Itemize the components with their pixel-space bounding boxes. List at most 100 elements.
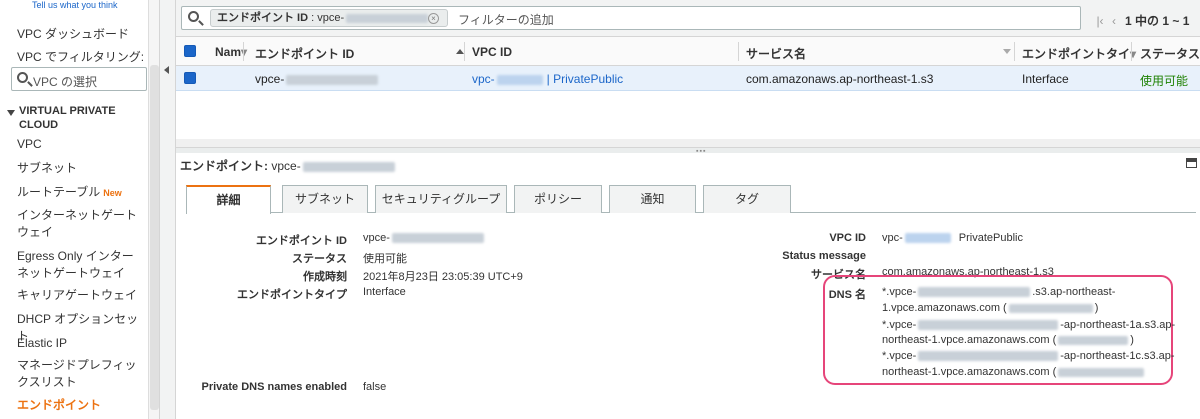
caret-down-icon (7, 110, 15, 116)
cell-service-name: com.amazonaws.ap-northeast-1.s3 (746, 72, 934, 86)
panel-resize-handle[interactable]: ▪▪▪ (176, 147, 1200, 155)
endpoint-id-text: vpce- (255, 72, 285, 86)
vpc-name-text: PrivatePublic (958, 232, 1023, 244)
table-body-empty (176, 91, 1200, 139)
dns-text: ) (1130, 334, 1134, 346)
col-vpc-id[interactable]: VPC ID (472, 45, 512, 59)
vpc-select-placeholder: VPC の選択 (33, 75, 98, 89)
tab-subnets[interactable]: サブネット (282, 185, 368, 213)
section-virtual-private-cloud[interactable]: VIRTUAL PRIVATE CLOUD (7, 104, 147, 132)
private-dns-value: false (363, 381, 387, 393)
sidebar-item-subnets[interactable]: サブネット (17, 160, 145, 177)
detail-tabs: 詳細 サブネット セキュリティグループ ポリシー 通知 タグ (186, 185, 1196, 214)
redacted-id (286, 74, 379, 85)
vpc-id-label: VPC ID (829, 232, 866, 244)
dns-name-label: DNS 名 (828, 289, 866, 301)
cell-vpc-id[interactable]: vpc- | PrivatePublic (472, 72, 623, 86)
vpc-id-value[interactable]: vpc- PrivatePublic (882, 232, 1023, 244)
endpoint-type-value: Interface (363, 286, 406, 298)
col-service-name[interactable]: サービス名 (746, 45, 806, 62)
table-horizontal-scrollbar[interactable] (176, 139, 1200, 147)
sidebar-item-route-tables[interactable]: ルートテーブル New (17, 184, 145, 202)
sidebar-scrollbar[interactable] (148, 0, 159, 419)
vpc-name-text: | PrivatePublic (546, 72, 624, 86)
sidebar-item-endpoints[interactable]: エンドポイント (17, 397, 145, 414)
sidebar-item-label: ルートテーブル (17, 185, 101, 199)
dns-text: -ap-northeast-1c.s3.ap- (1060, 350, 1175, 362)
col-header-label: Nam (215, 45, 242, 59)
tab-details[interactable]: 詳細 (186, 185, 271, 214)
new-badge: New (103, 188, 122, 198)
add-filter-placeholder: フィルターの追加 (458, 13, 554, 27)
dns-line: northeast-1.vpce.amazonaws.com ( (882, 366, 1146, 378)
sidebar-item-internet-gateways[interactable]: インターネットゲートウェイ (17, 207, 145, 241)
scrollbar-thumb[interactable] (150, 65, 159, 410)
cell-endpoint-type: Interface (1022, 72, 1069, 86)
sidebar-item-dashboard[interactable]: VPC ダッシュボード (17, 26, 145, 43)
sidebar-item-elastic-ip[interactable]: Elastic IP (17, 335, 145, 352)
cell-endpoint-id: vpce- (255, 72, 379, 86)
filter-search-input[interactable]: エンドポイント ID : vpce- × フィルターの追加 (181, 6, 1081, 30)
col-endpoint-type[interactable]: エンドポイントタイ▾ (1022, 45, 1136, 62)
sidebar-item-vpc[interactable]: VPC (17, 136, 145, 153)
redacted-id (918, 320, 1059, 331)
dns-line: northeast-1.vpce.amazonaws.com () (882, 334, 1134, 346)
redacted-id (918, 351, 1059, 362)
column-divider[interactable] (243, 42, 244, 61)
column-divider[interactable] (1014, 42, 1015, 61)
sort-icon[interactable] (1003, 49, 1011, 54)
tab-policy[interactable]: ポリシー (514, 185, 602, 213)
col-header-label: VPC ID (472, 45, 513, 59)
maximize-icon[interactable] (1186, 158, 1197, 168)
created-time-value: 2021年8月23日 23:05:39 UTC+9 (363, 271, 523, 283)
filter-token-value: vpce- (317, 12, 345, 24)
sort-asc-icon[interactable] (456, 49, 464, 54)
col-header-label: サービス名 (746, 47, 807, 61)
column-divider[interactable] (738, 42, 739, 61)
status-value: 使用可能 (363, 253, 407, 265)
table-header: Nam▾ エンドポイント ID VPC ID サービス名 エンドポイントタイ▾ … (176, 37, 1200, 66)
first-page-icon[interactable]: |‹ (1093, 14, 1107, 28)
vpc-id-text: vpc- (882, 232, 903, 244)
row-checkbox[interactable] (184, 72, 196, 84)
status-message-label: Status message (782, 250, 866, 262)
redacted-id (1058, 367, 1145, 377)
search-icon (188, 11, 199, 22)
search-icon (17, 72, 28, 83)
column-divider[interactable] (464, 42, 465, 61)
select-all-checkbox[interactable] (184, 45, 196, 57)
sidebar-item-managed-prefix-lists[interactable]: マネージドプレフィックスリスト (17, 357, 145, 391)
feedback-link[interactable]: Tell us what you think (32, 0, 118, 10)
sidebar-collapse-toggle[interactable] (160, 0, 176, 419)
col-status[interactable]: ステータス (1140, 45, 1200, 62)
table-row[interactable]: vpce- vpc- | PrivatePublic com.amazonaws.… (176, 66, 1200, 91)
created-time-label: 作成時刻 (303, 271, 347, 283)
dns-text: -ap-northeast-1a.s3.ap- (1060, 319, 1176, 331)
dns-line: *.vpce- -ap-northeast-1a.s3.ap- (882, 319, 1175, 331)
sidebar-item-carrier-gateways[interactable]: キャリアゲートウェイ (17, 287, 145, 304)
filter-toolbar: エンドポイント ID : vpce- × フィルターの追加 |‹ ‹ 1 中の 1 … (176, 0, 1200, 37)
endpoint-id-label: エンドポイント ID (255, 235, 347, 247)
filter-token[interactable]: エンドポイント ID : vpce- × (210, 9, 448, 27)
redacted-id (302, 161, 395, 172)
chevron-left-icon (164, 66, 169, 74)
dns-text: northeast-1.vpce.amazonaws.com ( (882, 366, 1057, 378)
filter-token-key: エンドポイント ID (217, 12, 309, 24)
dns-line: 1.vpce.amazonaws.com () (882, 302, 1098, 314)
tab-security-groups[interactable]: セキュリティグループ (375, 185, 507, 213)
dns-text: ) (1094, 302, 1099, 314)
close-icon[interactable]: × (428, 13, 439, 24)
sidebar-item-egress-only-igw[interactable]: Egress Only インターネットゲートウェイ (17, 248, 145, 282)
dns-text: *.vpce- (882, 350, 917, 362)
tab-notifications[interactable]: 通知 (609, 185, 696, 213)
prev-page-icon[interactable]: ‹ (1107, 14, 1121, 28)
main-content: エンドポイント ID : vpce- × フィルターの追加 |‹ ‹ 1 中の 1 … (176, 0, 1200, 419)
redacted-id (496, 74, 543, 85)
column-divider[interactable] (1131, 42, 1132, 61)
sidebar: Tell us what you think VPC ダッシュボード VPC で… (0, 0, 160, 419)
vpc-select-input[interactable]: VPC の選択 (11, 67, 147, 91)
col-endpoint-id[interactable]: エンドポイント ID (255, 45, 354, 62)
tab-tags[interactable]: タグ (703, 185, 791, 213)
detail-title: エンドポイント: vpce- (180, 157, 395, 174)
dns-text: *.vpce- (882, 319, 917, 331)
